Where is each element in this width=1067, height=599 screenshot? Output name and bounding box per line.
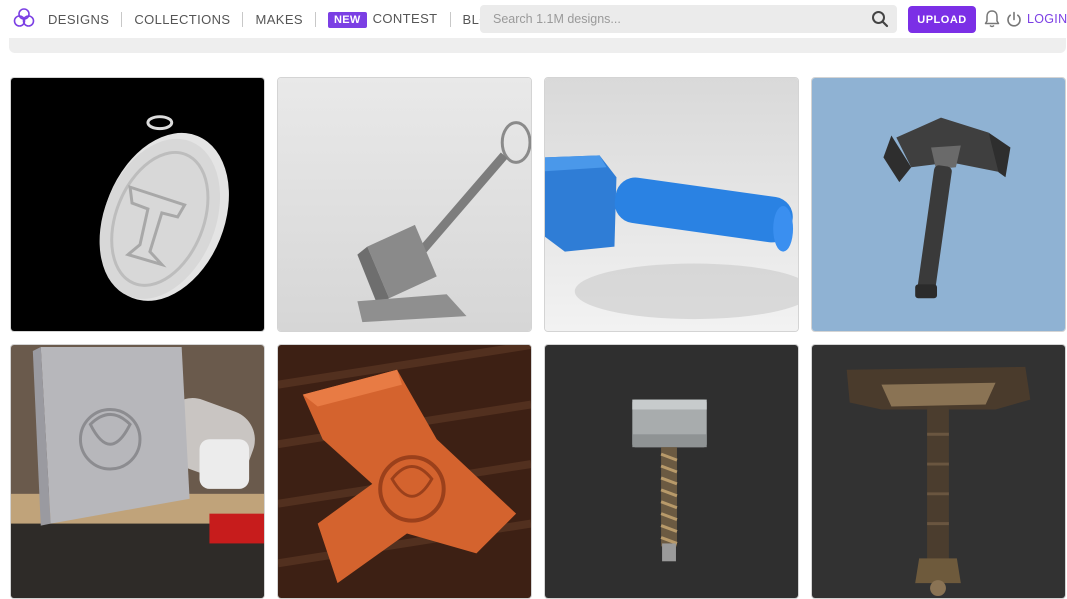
hammer-keychain-image [278,78,531,331]
search-bar [480,5,897,33]
power-icon[interactable] [1005,11,1023,29]
top-navbar: DESIGNS COLLECTIONS MAKES NEWCONTEST BLO… [0,0,1067,38]
celtic-pendant-image [11,78,264,331]
filter-strip [9,38,1066,53]
bronze-hammer-image [812,345,1065,598]
design-thumbnail-2[interactable] [277,77,532,332]
nav-divider [449,11,451,27]
bell-icon[interactable] [983,9,1001,29]
twisted-handle-hammer-image [545,345,798,598]
design-thumbnail-5[interactable] [10,344,265,599]
main-nav: DESIGNS COLLECTIONS MAKES NEWCONTEST BLO… [48,0,500,38]
nav-divider [242,11,244,27]
nav-designs[interactable]: DESIGNS [48,12,109,27]
design-thumbnail-8[interactable] [811,344,1066,599]
design-thumbnail-4[interactable] [811,77,1066,332]
nav-contest[interactable]: NEW CONTEST [328,11,438,28]
search-input[interactable] [480,5,860,33]
search-icon[interactable] [871,10,889,28]
design-thumbnail-3[interactable] [544,77,799,332]
new-badge: NEW [328,11,367,28]
winged-hammer-image [812,78,1065,331]
nav-collections[interactable]: COLLECTIONS [134,12,230,27]
nav-divider [121,11,123,27]
nav-divider [315,11,316,27]
upload-button[interactable]: UPLOAD [908,6,976,33]
logo-icon[interactable] [13,7,35,29]
nav-contest-label: CONTEST [372,10,438,26]
design-thumbnail-7[interactable] [544,344,799,599]
design-thumbnail-6[interactable] [277,344,532,599]
silver-hammer-print-image [11,345,264,598]
login-link[interactable]: LOGIN [1027,12,1067,26]
orange-pendant-image [278,345,531,598]
blue-hammer-image [545,78,798,331]
nav-makes[interactable]: MAKES [255,12,303,27]
design-thumbnail-1[interactable] [10,77,265,332]
